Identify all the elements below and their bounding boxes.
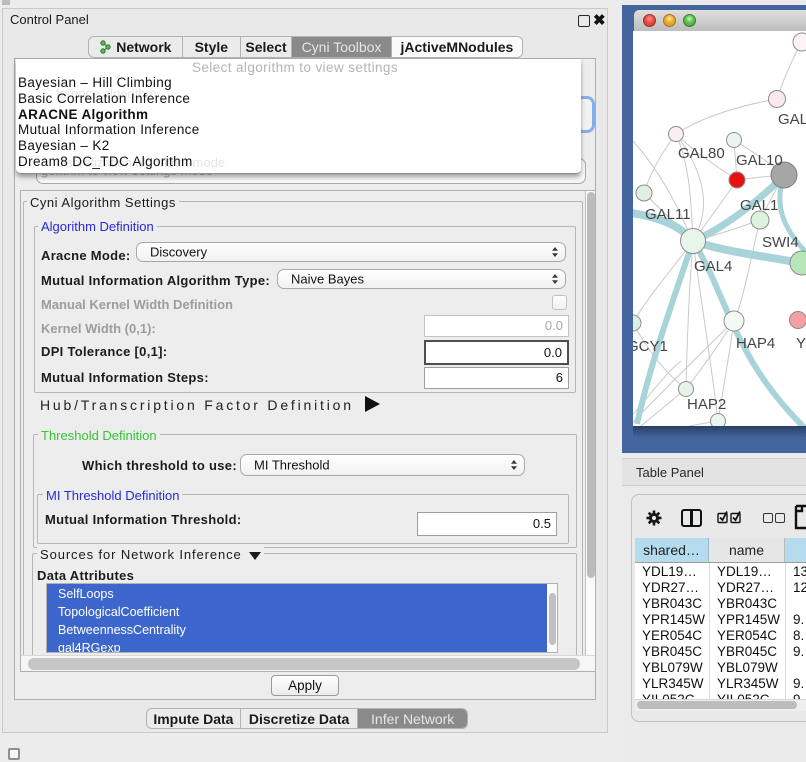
svg-text:SWI4: SWI4 xyxy=(762,234,799,251)
svg-text:GAL80: GAL80 xyxy=(678,145,725,162)
svg-text:GCY1: GCY1 xyxy=(633,338,668,355)
svg-text:GAL1: GAL1 xyxy=(740,197,778,214)
svg-text:GAL11: GAL11 xyxy=(645,206,691,223)
svg-text:YM: YM xyxy=(796,335,806,352)
svg-text:HAP2: HAP2 xyxy=(687,396,726,413)
svg-text:GAL4: GAL4 xyxy=(694,258,732,275)
svg-text:HAP4: HAP4 xyxy=(736,335,775,352)
svg-text:GAL10: GAL10 xyxy=(736,152,783,169)
svg-text:GAL7: GAL7 xyxy=(778,111,806,128)
